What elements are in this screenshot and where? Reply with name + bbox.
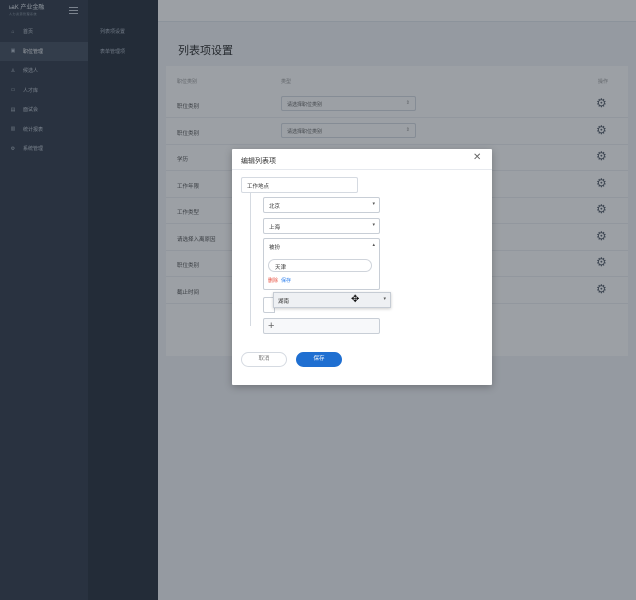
save-option-link[interactable]: 保存 (281, 277, 291, 284)
close-icon[interactable]: ✕ (473, 153, 481, 163)
option-value-input[interactable]: 天津 (268, 259, 372, 272)
caret-down-icon: ▾ (372, 222, 375, 228)
option-label: 被扮 (269, 245, 281, 251)
dialog-divider (232, 169, 492, 170)
option-label: 湖南 (278, 299, 290, 305)
dialog-title: 编辑列表项 (241, 158, 276, 165)
delete-option-link[interactable]: 删除 (268, 277, 278, 284)
cancel-button[interactable]: 取消 (241, 352, 287, 367)
plus-icon: + (268, 320, 275, 332)
edit-list-item-dialog: 编辑列表项 ✕ 工作地点 北京 ▾ 上海 ▾ 被扮 ▴ 天津 删除 保存 湖南 … (232, 149, 492, 385)
caret-down-icon: ▾ (383, 296, 386, 302)
dragging-option[interactable]: 湖南 ▾ (273, 292, 391, 308)
save-button[interactable]: 保存 (296, 352, 342, 367)
option-select-shanghai[interactable]: 上海 ▾ (263, 218, 380, 234)
option-label: 北京 (269, 204, 281, 210)
move-cursor-icon: ✥ (351, 294, 360, 305)
caret-down-icon: ▾ (372, 201, 375, 207)
option-select-beijing[interactable]: 北京 ▾ (263, 197, 380, 213)
add-option-button[interactable]: + (263, 318, 380, 334)
tree-connector (250, 193, 251, 326)
caret-up-icon: ▴ (372, 242, 375, 248)
field-name-input[interactable]: 工作地点 (241, 177, 358, 193)
option-label: 上海 (269, 225, 281, 231)
option-expanded-editor[interactable]: 被扮 ▴ 天津 删除 保存 (263, 238, 380, 290)
